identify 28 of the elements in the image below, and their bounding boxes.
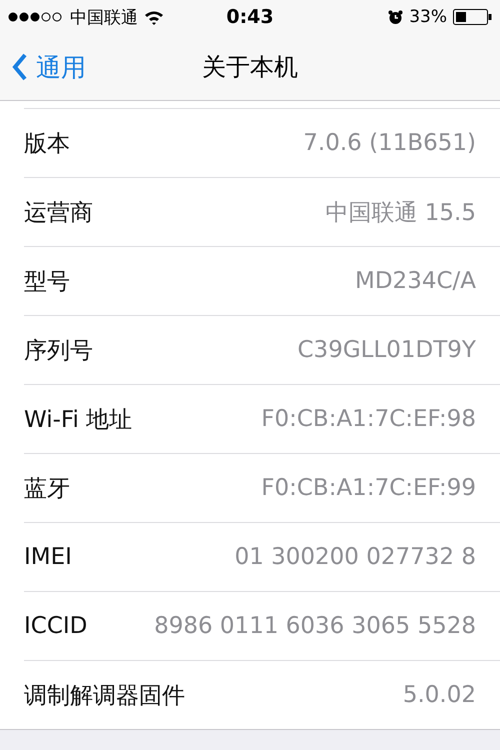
row-value: MD234C/A <box>355 268 476 294</box>
row-label: 序列号 <box>24 336 93 366</box>
row-label: 型号 <box>24 268 70 296</box>
battery-icon <box>453 9 492 25</box>
row-label: 运营商 <box>24 198 93 228</box>
signal-icon <box>8 12 62 22</box>
screen-title: 关于本机 <box>202 52 298 83</box>
row-value: F0:CB:A1:7C:EF:98 <box>261 406 476 432</box>
alarm-clock-icon <box>388 10 404 24</box>
row-label: 调制解调器固件 <box>24 682 185 710</box>
row-label: ICCID <box>24 613 88 639</box>
battery-percent: 33% <box>409 7 447 27</box>
carrier-name: 中国联通 <box>70 6 138 28</box>
row-label: Wi-Fi 地址 <box>24 406 132 434</box>
row-value: 5.0.02 <box>402 682 476 708</box>
row-value: C39GLL01DT9Y <box>298 337 476 363</box>
row-value: 01 300200 027732 8 <box>234 544 476 570</box>
back-button[interactable]: 通用 <box>0 50 86 84</box>
row-label: 蓝牙 <box>24 474 70 504</box>
status-time: 0:43 <box>226 6 274 28</box>
row-value: 7.0.6 (11B651) <box>303 130 476 156</box>
chevron-left-icon <box>12 53 28 81</box>
row-label: IMEI <box>24 544 72 570</box>
row-value: 8986 0111 6036 3065 5528 <box>154 613 476 639</box>
wifi-icon <box>144 10 164 24</box>
row-value: F0:CB:A1:7C:EF:99 <box>261 475 476 501</box>
row-label: 版本 <box>24 130 70 158</box>
row-value: 中国联通 15.5 <box>325 198 476 228</box>
